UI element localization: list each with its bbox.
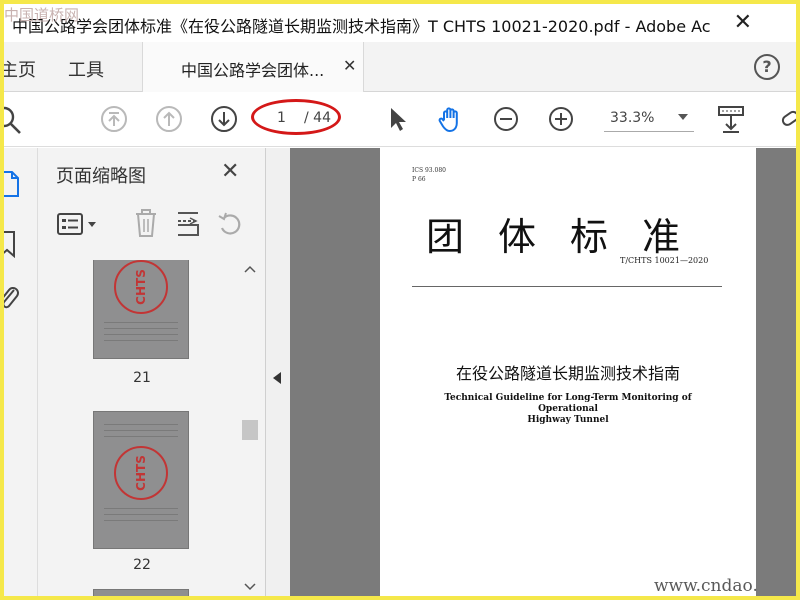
help-icon[interactable]: ? bbox=[754, 54, 780, 80]
chts-seal: CHTS bbox=[114, 446, 168, 500]
link-icon[interactable] bbox=[778, 104, 796, 134]
pdf-page: ICS 93.080 P 66 团体标准 T/CHTS 10021—2020 在… bbox=[380, 148, 756, 596]
scroll-mode-icon[interactable] bbox=[716, 104, 746, 134]
standard-number: T/CHTS 10021—2020 bbox=[620, 256, 709, 265]
page-thumbnails-panel: 页面缩略图 ✕ CHTS 21 CHTS 22 bbox=[38, 148, 266, 596]
chts-seal: CHTS bbox=[114, 260, 168, 314]
document-tab-label: 中国公路学会团体... bbox=[181, 61, 325, 80]
document-title-cn: 在役公路隧道长期监测技术指南 bbox=[455, 364, 680, 383]
insert-page-icon[interactable] bbox=[176, 210, 202, 238]
watermark-text: www.cndao. bbox=[654, 576, 758, 596]
rotate-icon[interactable] bbox=[216, 210, 244, 238]
panel-title: 页面缩略图 bbox=[56, 166, 146, 187]
scrollbar-thumb[interactable] bbox=[242, 420, 258, 440]
scroll-down-icon[interactable] bbox=[243, 582, 257, 592]
zoom-in-icon[interactable] bbox=[546, 104, 576, 134]
window-close-button[interactable]: ✕ bbox=[734, 10, 752, 35]
app-window: 中国公路学会团体标准《在役公路隧道长期监测技术指南》T CHTS 10021-2… bbox=[4, 4, 796, 596]
page-thumbnail-23[interactable] bbox=[94, 590, 188, 596]
page-thumbnail-21[interactable]: CHTS bbox=[94, 260, 188, 358]
page-number-input[interactable]: 1 bbox=[277, 110, 286, 126]
bookmark-icon[interactable] bbox=[4, 230, 18, 258]
chevron-down-icon bbox=[678, 114, 688, 120]
window-title: 中国公路学会团体标准《在役公路隧道长期监测技术指南》T CHTS 10021-2… bbox=[12, 17, 712, 36]
page-thumbnail-22[interactable]: CHTS bbox=[94, 412, 188, 548]
ics-code: ICS 93.080 P 66 bbox=[412, 167, 446, 183]
home-menu[interactable]: 主页 bbox=[4, 56, 36, 82]
search-icon[interactable] bbox=[4, 104, 24, 134]
collapse-arrow-icon bbox=[273, 372, 281, 384]
document-big-title: 团体标准 bbox=[426, 215, 715, 259]
tab-close-button[interactable]: ✕ bbox=[343, 56, 356, 75]
thumbnail-label: 21 bbox=[133, 370, 151, 386]
thumbnails-list: CHTS 21 CHTS 22 bbox=[38, 260, 266, 596]
panel-close-button[interactable]: ✕ bbox=[221, 159, 239, 184]
document-viewer[interactable]: ICS 93.080 P 66 团体标准 T/CHTS 10021—2020 在… bbox=[266, 148, 796, 596]
title-rule bbox=[412, 286, 722, 287]
scroll-up-icon[interactable] bbox=[243, 264, 257, 274]
title-bar: 中国公路学会团体标准《在役公路隧道长期监测技术指南》T CHTS 10021-2… bbox=[4, 4, 796, 42]
page-thumbnails-icon[interactable] bbox=[4, 170, 22, 198]
previous-page-icon[interactable] bbox=[154, 104, 184, 134]
hand-tool-icon[interactable] bbox=[436, 104, 466, 134]
tab-bar: 主页 工具 中国公路学会团体... ✕ ? bbox=[4, 42, 796, 92]
page-total: / 44 bbox=[304, 110, 331, 126]
left-navigation-rail bbox=[4, 148, 38, 596]
select-tool-icon[interactable] bbox=[382, 104, 412, 134]
attachment-icon[interactable] bbox=[4, 284, 20, 314]
tools-menu[interactable]: 工具 bbox=[68, 56, 104, 82]
zoom-value: 33.3% bbox=[610, 110, 655, 126]
thumbnail-label: 22 bbox=[133, 557, 151, 573]
watermark-logo: 中国道桥网 bbox=[4, 6, 80, 24]
thumbnail-options-icon[interactable] bbox=[56, 210, 100, 238]
zoom-out-icon[interactable] bbox=[491, 104, 521, 134]
thumbnails-scrollbar[interactable] bbox=[240, 260, 258, 596]
trash-icon[interactable] bbox=[134, 208, 158, 238]
zoom-dropdown[interactable]: 33.3% bbox=[604, 106, 694, 132]
document-title-en: Technical Guideline for Long-Term Monito… bbox=[444, 393, 692, 425]
document-tab[interactable]: 中国公路学会团体... ✕ bbox=[142, 42, 364, 92]
next-page-icon[interactable] bbox=[209, 104, 239, 134]
panel-collapse-handle[interactable] bbox=[266, 148, 290, 596]
first-page-icon[interactable] bbox=[99, 104, 129, 134]
